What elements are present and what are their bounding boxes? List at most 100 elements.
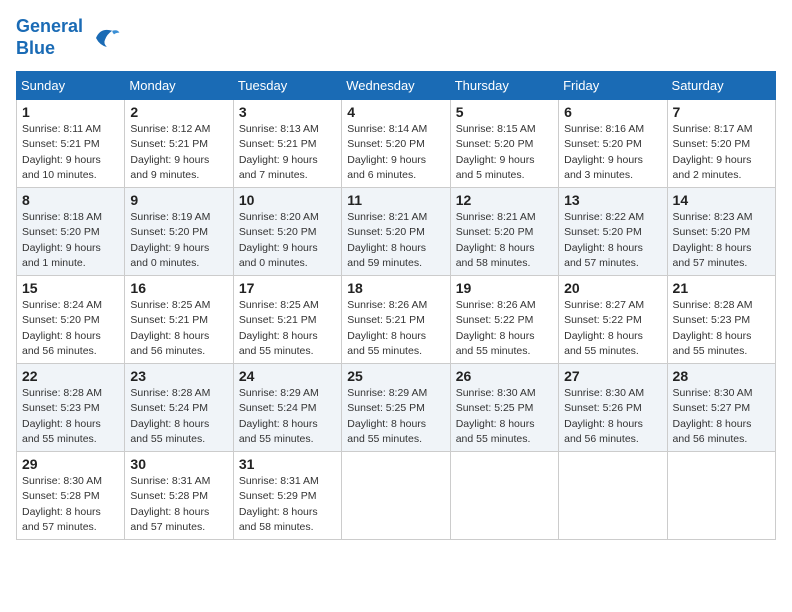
calendar-cell: 19 Sunrise: 8:26 AMSunset: 5:22 PMDayligh… — [450, 276, 558, 364]
calendar-cell: 23 Sunrise: 8:28 AMSunset: 5:24 PMDayligh… — [125, 364, 233, 452]
day-number: 19 — [456, 280, 553, 296]
day-info: Sunrise: 8:25 AMSunset: 5:21 PMDaylight:… — [130, 298, 227, 359]
day-info: Sunrise: 8:21 AMSunset: 5:20 PMDaylight:… — [347, 210, 444, 271]
day-info: Sunrise: 8:30 AMSunset: 5:27 PMDaylight:… — [673, 386, 770, 447]
day-number: 4 — [347, 104, 444, 120]
day-number: 31 — [239, 456, 336, 472]
day-number: 18 — [347, 280, 444, 296]
day-number: 23 — [130, 368, 227, 384]
calendar-cell: 13 Sunrise: 8:22 AMSunset: 5:20 PMDayligh… — [559, 188, 667, 276]
day-info: Sunrise: 8:14 AMSunset: 5:20 PMDaylight:… — [347, 122, 444, 183]
calendar-body: 1 Sunrise: 8:11 AMSunset: 5:21 PMDaylight… — [17, 100, 776, 540]
day-number: 25 — [347, 368, 444, 384]
calendar-day-header: Monday — [125, 72, 233, 100]
day-info: Sunrise: 8:22 AMSunset: 5:20 PMDaylight:… — [564, 210, 661, 271]
calendar-day-header: Sunday — [17, 72, 125, 100]
day-number: 13 — [564, 192, 661, 208]
day-number: 20 — [564, 280, 661, 296]
day-number: 5 — [456, 104, 553, 120]
day-info: Sunrise: 8:23 AMSunset: 5:20 PMDaylight:… — [673, 210, 770, 271]
day-number: 28 — [673, 368, 770, 384]
calendar-cell: 29 Sunrise: 8:30 AMSunset: 5:28 PMDayligh… — [17, 452, 125, 540]
calendar-cell: 5 Sunrise: 8:15 AMSunset: 5:20 PMDaylight… — [450, 100, 558, 188]
day-info: Sunrise: 8:28 AMSunset: 5:23 PMDaylight:… — [673, 298, 770, 359]
day-number: 6 — [564, 104, 661, 120]
day-number: 2 — [130, 104, 227, 120]
calendar-header-row: SundayMondayTuesdayWednesdayThursdayFrid… — [17, 72, 776, 100]
day-number: 27 — [564, 368, 661, 384]
day-number: 22 — [22, 368, 119, 384]
calendar-day-header: Friday — [559, 72, 667, 100]
day-info: Sunrise: 8:12 AMSunset: 5:21 PMDaylight:… — [130, 122, 227, 183]
day-info: Sunrise: 8:16 AMSunset: 5:20 PMDaylight:… — [564, 122, 661, 183]
calendar-cell: 8 Sunrise: 8:18 AMSunset: 5:20 PMDaylight… — [17, 188, 125, 276]
calendar-cell: 25 Sunrise: 8:29 AMSunset: 5:25 PMDayligh… — [342, 364, 450, 452]
calendar-cell: 27 Sunrise: 8:30 AMSunset: 5:26 PMDayligh… — [559, 364, 667, 452]
day-info: Sunrise: 8:19 AMSunset: 5:20 PMDaylight:… — [130, 210, 227, 271]
logo: GeneralBlue — [16, 16, 123, 59]
calendar-cell: 18 Sunrise: 8:26 AMSunset: 5:21 PMDayligh… — [342, 276, 450, 364]
day-info: Sunrise: 8:28 AMSunset: 5:24 PMDaylight:… — [130, 386, 227, 447]
day-info: Sunrise: 8:20 AMSunset: 5:20 PMDaylight:… — [239, 210, 336, 271]
day-number: 1 — [22, 104, 119, 120]
calendar-table: SundayMondayTuesdayWednesdayThursdayFrid… — [16, 71, 776, 540]
calendar-cell: 31 Sunrise: 8:31 AMSunset: 5:29 PMDayligh… — [233, 452, 341, 540]
day-info: Sunrise: 8:25 AMSunset: 5:21 PMDaylight:… — [239, 298, 336, 359]
day-number: 15 — [22, 280, 119, 296]
calendar-cell: 21 Sunrise: 8:28 AMSunset: 5:23 PMDayligh… — [667, 276, 775, 364]
day-number: 26 — [456, 368, 553, 384]
day-info: Sunrise: 8:30 AMSunset: 5:26 PMDaylight:… — [564, 386, 661, 447]
calendar-cell: 20Sunrise: 8:27 AMSunset: 5:22 PMDayligh… — [559, 276, 667, 364]
day-info: Sunrise: 8:30 AMSunset: 5:28 PMDaylight:… — [22, 474, 119, 535]
calendar-cell: 3 Sunrise: 8:13 AMSunset: 5:21 PMDaylight… — [233, 100, 341, 188]
day-number: 7 — [673, 104, 770, 120]
calendar-cell — [667, 452, 775, 540]
day-info: Sunrise: 8:31 AMSunset: 5:29 PMDaylight:… — [239, 474, 336, 535]
day-info: Sunrise: 8:26 AMSunset: 5:21 PMDaylight:… — [347, 298, 444, 359]
calendar-cell: 10 Sunrise: 8:20 AMSunset: 5:20 PMDayligh… — [233, 188, 341, 276]
day-info: Sunrise: 8:31 AMSunset: 5:28 PMDaylight:… — [130, 474, 227, 535]
calendar-week-row: 1 Sunrise: 8:11 AMSunset: 5:21 PMDaylight… — [17, 100, 776, 188]
day-info: Sunrise: 8:11 AMSunset: 5:21 PMDaylight:… — [22, 122, 119, 183]
calendar-week-row: 15Sunrise: 8:24 AMSunset: 5:20 PMDayligh… — [17, 276, 776, 364]
calendar-day-header: Thursday — [450, 72, 558, 100]
day-number: 16 — [130, 280, 227, 296]
day-info: Sunrise: 8:15 AMSunset: 5:20 PMDaylight:… — [456, 122, 553, 183]
calendar-cell: 16 Sunrise: 8:25 AMSunset: 5:21 PMDayligh… — [125, 276, 233, 364]
day-info: Sunrise: 8:28 AMSunset: 5:23 PMDaylight:… — [22, 386, 119, 447]
day-number: 10 — [239, 192, 336, 208]
calendar-cell — [450, 452, 558, 540]
calendar-cell: 17Sunrise: 8:25 AMSunset: 5:21 PMDayligh… — [233, 276, 341, 364]
calendar-cell: 4 Sunrise: 8:14 AMSunset: 5:20 PMDaylight… — [342, 100, 450, 188]
day-info: Sunrise: 8:21 AMSunset: 5:20 PMDaylight:… — [456, 210, 553, 271]
day-info: Sunrise: 8:26 AMSunset: 5:22 PMDaylight:… — [456, 298, 553, 359]
day-number: 8 — [22, 192, 119, 208]
calendar-cell — [342, 452, 450, 540]
day-info: Sunrise: 8:29 AMSunset: 5:25 PMDaylight:… — [347, 386, 444, 447]
calendar-cell: 12Sunrise: 8:21 AMSunset: 5:20 PMDayligh… — [450, 188, 558, 276]
day-info: Sunrise: 8:13 AMSunset: 5:21 PMDaylight:… — [239, 122, 336, 183]
calendar-cell: 14 Sunrise: 8:23 AMSunset: 5:20 PMDayligh… — [667, 188, 775, 276]
calendar-cell: 15Sunrise: 8:24 AMSunset: 5:20 PMDayligh… — [17, 276, 125, 364]
calendar-cell: 11Sunrise: 8:21 AMSunset: 5:20 PMDayligh… — [342, 188, 450, 276]
calendar-cell: 7Sunrise: 8:17 AMSunset: 5:20 PMDaylight… — [667, 100, 775, 188]
calendar-cell: 1 Sunrise: 8:11 AMSunset: 5:21 PMDaylight… — [17, 100, 125, 188]
day-info: Sunrise: 8:29 AMSunset: 5:24 PMDaylight:… — [239, 386, 336, 447]
page-header: GeneralBlue — [16, 16, 776, 59]
day-number: 24 — [239, 368, 336, 384]
day-number: 30 — [130, 456, 227, 472]
day-number: 9 — [130, 192, 227, 208]
calendar-cell: 30 Sunrise: 8:31 AMSunset: 5:28 PMDayligh… — [125, 452, 233, 540]
calendar-cell: 28 Sunrise: 8:30 AMSunset: 5:27 PMDayligh… — [667, 364, 775, 452]
calendar-cell: 9 Sunrise: 8:19 AMSunset: 5:20 PMDaylight… — [125, 188, 233, 276]
calendar-cell — [559, 452, 667, 540]
day-number: 3 — [239, 104, 336, 120]
day-number: 29 — [22, 456, 119, 472]
day-info: Sunrise: 8:18 AMSunset: 5:20 PMDaylight:… — [22, 210, 119, 271]
day-number: 21 — [673, 280, 770, 296]
calendar-cell: 26Sunrise: 8:30 AMSunset: 5:25 PMDayligh… — [450, 364, 558, 452]
calendar-cell: 6 Sunrise: 8:16 AMSunset: 5:20 PMDaylight… — [559, 100, 667, 188]
logo-text: GeneralBlue — [16, 16, 83, 59]
day-number: 14 — [673, 192, 770, 208]
logo-bird-icon — [87, 20, 123, 56]
